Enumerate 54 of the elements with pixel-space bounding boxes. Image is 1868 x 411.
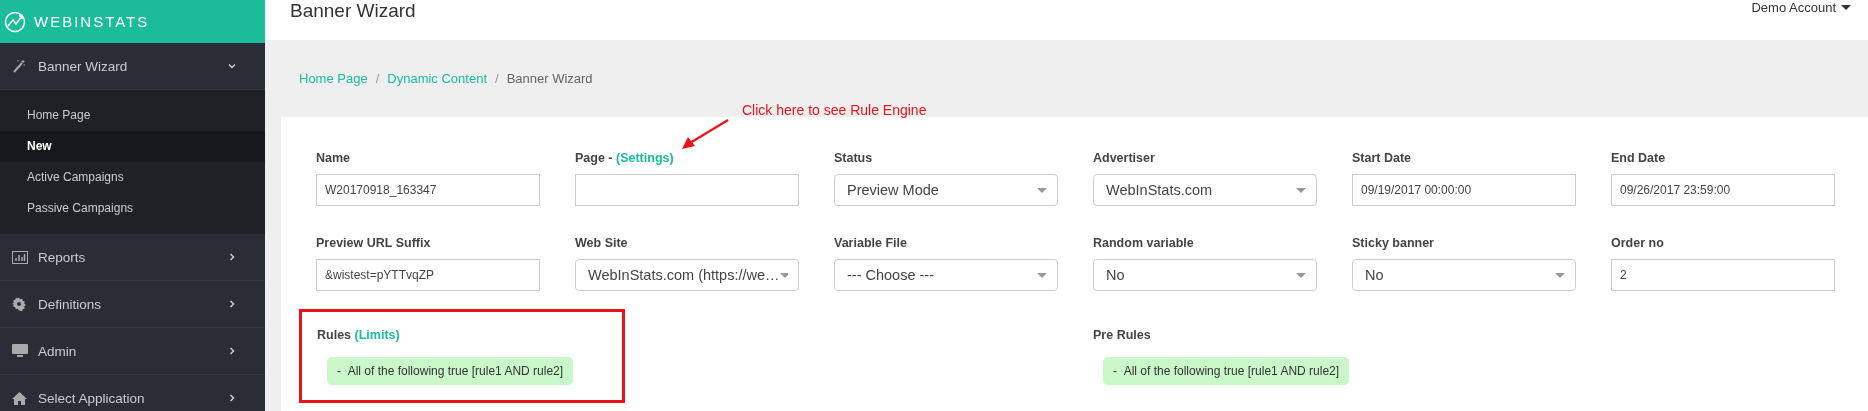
page-title: Banner Wizard <box>290 0 416 22</box>
logo-icon <box>4 10 26 33</box>
field-label: Page - (Settings) <box>575 151 675 165</box>
select-dropdown[interactable]: --- Choose --- <box>834 259 1058 291</box>
gear-icon <box>12 297 26 311</box>
rules-label: Rules (Limits) <box>317 328 401 342</box>
field-label: Web Site <box>575 236 629 250</box>
text-field[interactable]: 09/26/2017 23:59:00 <box>1611 174 1835 206</box>
breadcrumb-item: Banner Wizard <box>506 71 593 86</box>
caret-icon <box>1555 272 1565 278</box>
annotation-text: Click here to see Rule Engine <box>742 102 927 118</box>
text-field[interactable]: 2 <box>1611 259 1835 291</box>
sidebar-item[interactable]: Admin <box>0 328 265 375</box>
caret-icon <box>1037 187 1047 193</box>
field-label: Status <box>834 151 874 165</box>
rules-label: Pre Rules <box>1093 328 1152 342</box>
submenu-item[interactable]: New <box>0 131 265 162</box>
caret-icon <box>1841 5 1851 10</box>
home-icon <box>12 391 27 405</box>
monitor-icon <box>12 344 28 358</box>
annotation-arrow <box>682 119 729 149</box>
account-menu[interactable]: Demo Account <box>1751 0 1851 15</box>
breadcrumb-separator: / <box>495 71 499 86</box>
field-label: Preview URL Suffix <box>316 236 432 250</box>
select-dropdown[interactable]: WebInStats.com <box>1093 174 1317 206</box>
text-field[interactable] <box>575 174 799 206</box>
submenu-item[interactable]: Active Campaigns <box>0 162 265 193</box>
bar-chart-icon <box>12 250 28 264</box>
field-label: Advertiser <box>1093 151 1156 165</box>
submenu-item[interactable]: Home Page <box>0 100 265 131</box>
field-label: Variable File <box>834 236 908 250</box>
caret-icon <box>1296 272 1306 278</box>
text-field[interactable]: &wistest=pYTTvqZP <box>316 259 540 291</box>
select-dropdown[interactable]: No <box>1093 259 1317 291</box>
caret-icon <box>779 272 788 278</box>
field-label: Start Date <box>1352 151 1413 165</box>
field-label: Order no <box>1611 236 1665 250</box>
field-label: End Date <box>1611 151 1667 165</box>
brand-name: WEBINSTATS <box>34 13 150 30</box>
submenu-item[interactable]: Passive Campaigns <box>0 193 265 224</box>
text-field[interactable]: 09/19/2017 00:00:00 <box>1352 174 1576 206</box>
text-field[interactable]: W20170918_163347 <box>316 174 540 206</box>
magic-wand-icon <box>12 59 26 73</box>
breadcrumb-separator: / <box>375 71 380 86</box>
select-dropdown[interactable]: WebInStats.com (https://we… <box>575 259 799 291</box>
select-dropdown[interactable]: No <box>1352 259 1576 291</box>
rule-tag[interactable]: - All of the following true [rule1 AND rule2] <box>1103 357 1350 385</box>
select-dropdown[interactable]: Preview Mode <box>834 174 1058 206</box>
field-label: Random variable <box>1093 236 1195 250</box>
field-label: Sticky banner <box>1352 236 1435 250</box>
rule-tag[interactable]: - All of the following true [rule1 AND rule2] <box>327 357 574 385</box>
caret-icon <box>1037 272 1047 278</box>
field-label: Name <box>316 151 352 165</box>
caret-icon <box>1296 187 1306 193</box>
